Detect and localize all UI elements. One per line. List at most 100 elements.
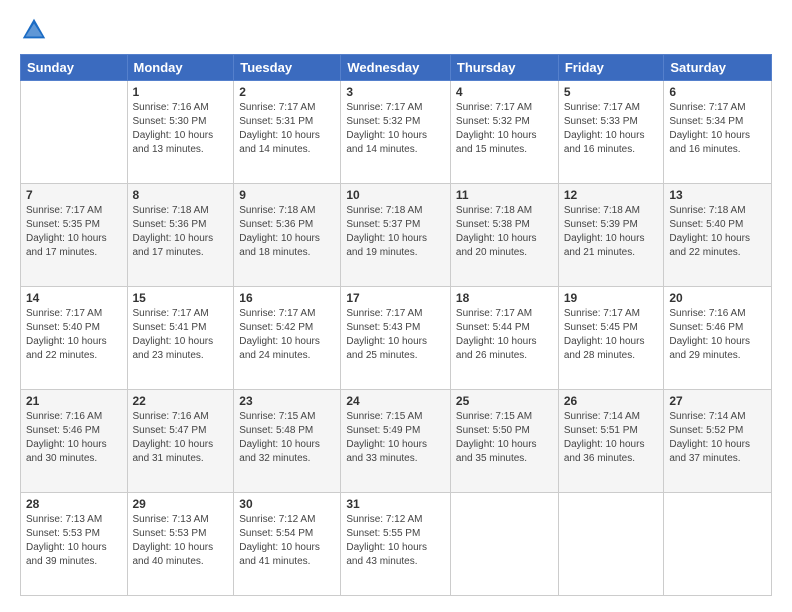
weekday-header: Monday xyxy=(127,55,234,81)
day-info: Sunrise: 7:17 AMSunset: 5:43 PMDaylight:… xyxy=(346,307,445,363)
day-number: 19 xyxy=(564,291,659,305)
calendar-cell: 28 Sunrise: 7:13 AMSunset: 5:53 PMDayligh… xyxy=(21,493,128,596)
calendar-cell: 13Sunrise: 7:18 AMSunset: 5:40 PMDayligh… xyxy=(664,184,772,287)
day-info: Sunrise: 7:17 AMSunset: 5:34 PMDaylight:… xyxy=(669,101,766,157)
calendar-cell: 17 Sunrise: 7:17 AMSunset: 5:43 PMDayligh… xyxy=(341,287,451,390)
day-info: Sunrise: 7:13 AMSunset: 5:53 PMDaylight:… xyxy=(26,513,122,569)
day-number: 30 xyxy=(239,497,335,511)
calendar-cell: 31 Sunrise: 7:12 AMSunset: 5:55 PMDayligh… xyxy=(341,493,451,596)
day-number: 4 xyxy=(456,85,553,99)
day-number: 21 xyxy=(26,394,122,408)
day-number: 27 xyxy=(669,394,766,408)
weekday-header: Thursday xyxy=(450,55,558,81)
calendar-cell: 21 Sunrise: 7:16 AMSunset: 5:46 PMDayligh… xyxy=(21,390,128,493)
calendar-cell: 5 Sunrise: 7:17 AMSunset: 5:33 PMDaylight… xyxy=(558,81,664,184)
day-info: Sunrise: 7:12 AMSunset: 5:55 PMDaylight:… xyxy=(346,513,445,569)
day-info: Sunrise: 7:17 AMSunset: 5:41 PMDaylight:… xyxy=(133,307,229,363)
calendar-cell: 16 Sunrise: 7:17 AMSunset: 5:42 PMDayligh… xyxy=(234,287,341,390)
page: SundayMondayTuesdayWednesdayThursdayFrid… xyxy=(0,0,792,612)
day-number: 1 xyxy=(133,85,229,99)
day-number: 3 xyxy=(346,85,445,99)
day-number: 2 xyxy=(239,85,335,99)
calendar-header-row: SundayMondayTuesdayWednesdayThursdayFrid… xyxy=(21,55,772,81)
day-info: Sunrise: 7:17 AMSunset: 5:45 PMDaylight:… xyxy=(564,307,659,363)
calendar-cell xyxy=(558,493,664,596)
day-info: Sunrise: 7:17 AMSunset: 5:40 PMDaylight:… xyxy=(26,307,122,363)
weekday-header: Saturday xyxy=(664,55,772,81)
day-info: Sunrise: 7:16 AMSunset: 5:46 PMDaylight:… xyxy=(26,410,122,466)
weekday-header: Wednesday xyxy=(341,55,451,81)
calendar-cell: 27 Sunrise: 7:14 AMSunset: 5:52 PMDayligh… xyxy=(664,390,772,493)
weekday-header: Sunday xyxy=(21,55,128,81)
calendar-cell: 25 Sunrise: 7:15 AMSunset: 5:50 PMDayligh… xyxy=(450,390,558,493)
calendar-cell xyxy=(450,493,558,596)
day-number: 25 xyxy=(456,394,553,408)
calendar-cell: 3 Sunrise: 7:17 AMSunset: 5:32 PMDaylight… xyxy=(341,81,451,184)
day-info: Sunrise: 7:17 AMSunset: 5:42 PMDaylight:… xyxy=(239,307,335,363)
logo xyxy=(20,16,52,44)
day-info: Sunrise: 7:17 AMSunset: 5:33 PMDaylight:… xyxy=(564,101,659,157)
day-number: 29 xyxy=(133,497,229,511)
calendar-week-row: 14Sunrise: 7:17 AMSunset: 5:40 PMDayligh… xyxy=(21,287,772,390)
calendar-cell: 7 Sunrise: 7:17 AMSunset: 5:35 PMDaylight… xyxy=(21,184,128,287)
calendar-cell: 4 Sunrise: 7:17 AMSunset: 5:32 PMDaylight… xyxy=(450,81,558,184)
day-info: Sunrise: 7:17 AMSunset: 5:31 PMDaylight:… xyxy=(239,101,335,157)
day-info: Sunrise: 7:12 AMSunset: 5:54 PMDaylight:… xyxy=(239,513,335,569)
day-info: Sunrise: 7:16 AMSunset: 5:47 PMDaylight:… xyxy=(133,410,229,466)
day-number: 31 xyxy=(346,497,445,511)
day-number: 13 xyxy=(669,188,766,202)
day-number: 23 xyxy=(239,394,335,408)
day-info: Sunrise: 7:17 AMSunset: 5:35 PMDaylight:… xyxy=(26,204,122,260)
day-info: Sunrise: 7:14 AMSunset: 5:52 PMDaylight:… xyxy=(669,410,766,466)
day-number: 12 xyxy=(564,188,659,202)
calendar-week-row: 7 Sunrise: 7:17 AMSunset: 5:35 PMDaylight… xyxy=(21,184,772,287)
day-info: Sunrise: 7:14 AMSunset: 5:51 PMDaylight:… xyxy=(564,410,659,466)
calendar-week-row: 28 Sunrise: 7:13 AMSunset: 5:53 PMDayligh… xyxy=(21,493,772,596)
day-number: 28 xyxy=(26,497,122,511)
day-number: 8 xyxy=(133,188,229,202)
calendar-cell xyxy=(664,493,772,596)
calendar-cell: 29 Sunrise: 7:13 AMSunset: 5:53 PMDayligh… xyxy=(127,493,234,596)
day-number: 22 xyxy=(133,394,229,408)
day-number: 11 xyxy=(456,188,553,202)
calendar-cell: 20 Sunrise: 7:16 AMSunset: 5:46 PMDayligh… xyxy=(664,287,772,390)
calendar-cell: 12 Sunrise: 7:18 AMSunset: 5:39 PMDayligh… xyxy=(558,184,664,287)
weekday-header: Friday xyxy=(558,55,664,81)
calendar-week-row: 21 Sunrise: 7:16 AMSunset: 5:46 PMDayligh… xyxy=(21,390,772,493)
weekday-header: Tuesday xyxy=(234,55,341,81)
day-info: Sunrise: 7:17 AMSunset: 5:32 PMDaylight:… xyxy=(456,101,553,157)
day-info: Sunrise: 7:18 AMSunset: 5:39 PMDaylight:… xyxy=(564,204,659,260)
day-number: 17 xyxy=(346,291,445,305)
day-number: 18 xyxy=(456,291,553,305)
day-number: 16 xyxy=(239,291,335,305)
header xyxy=(20,16,772,44)
day-info: Sunrise: 7:13 AMSunset: 5:53 PMDaylight:… xyxy=(133,513,229,569)
day-number: 7 xyxy=(26,188,122,202)
calendar-cell: 24 Sunrise: 7:15 AMSunset: 5:49 PMDayligh… xyxy=(341,390,451,493)
day-info: Sunrise: 7:15 AMSunset: 5:50 PMDaylight:… xyxy=(456,410,553,466)
logo-icon xyxy=(20,16,48,44)
calendar-cell: 1 Sunrise: 7:16 AMSunset: 5:30 PMDaylight… xyxy=(127,81,234,184)
calendar-cell: 9Sunrise: 7:18 AMSunset: 5:36 PMDaylight… xyxy=(234,184,341,287)
calendar-cell: 11Sunrise: 7:18 AMSunset: 5:38 PMDayligh… xyxy=(450,184,558,287)
day-number: 15 xyxy=(133,291,229,305)
calendar-cell: 18Sunrise: 7:17 AMSunset: 5:44 PMDayligh… xyxy=(450,287,558,390)
calendar-cell: 30 Sunrise: 7:12 AMSunset: 5:54 PMDayligh… xyxy=(234,493,341,596)
day-number: 9 xyxy=(239,188,335,202)
day-info: Sunrise: 7:15 AMSunset: 5:49 PMDaylight:… xyxy=(346,410,445,466)
calendar-week-row: 1 Sunrise: 7:16 AMSunset: 5:30 PMDaylight… xyxy=(21,81,772,184)
day-number: 10 xyxy=(346,188,445,202)
day-info: Sunrise: 7:16 AMSunset: 5:30 PMDaylight:… xyxy=(133,101,229,157)
day-info: Sunrise: 7:18 AMSunset: 5:36 PMDaylight:… xyxy=(133,204,229,260)
calendar-cell: 10Sunrise: 7:18 AMSunset: 5:37 PMDayligh… xyxy=(341,184,451,287)
day-info: Sunrise: 7:16 AMSunset: 5:46 PMDaylight:… xyxy=(669,307,766,363)
calendar-table: SundayMondayTuesdayWednesdayThursdayFrid… xyxy=(20,54,772,596)
calendar-cell: 8 Sunrise: 7:18 AMSunset: 5:36 PMDaylight… xyxy=(127,184,234,287)
day-number: 5 xyxy=(564,85,659,99)
calendar-cell: 14Sunrise: 7:17 AMSunset: 5:40 PMDayligh… xyxy=(21,287,128,390)
calendar-cell: 2 Sunrise: 7:17 AMSunset: 5:31 PMDaylight… xyxy=(234,81,341,184)
day-number: 24 xyxy=(346,394,445,408)
day-number: 20 xyxy=(669,291,766,305)
day-info: Sunrise: 7:17 AMSunset: 5:32 PMDaylight:… xyxy=(346,101,445,157)
calendar-cell: 22 Sunrise: 7:16 AMSunset: 5:47 PMDayligh… xyxy=(127,390,234,493)
